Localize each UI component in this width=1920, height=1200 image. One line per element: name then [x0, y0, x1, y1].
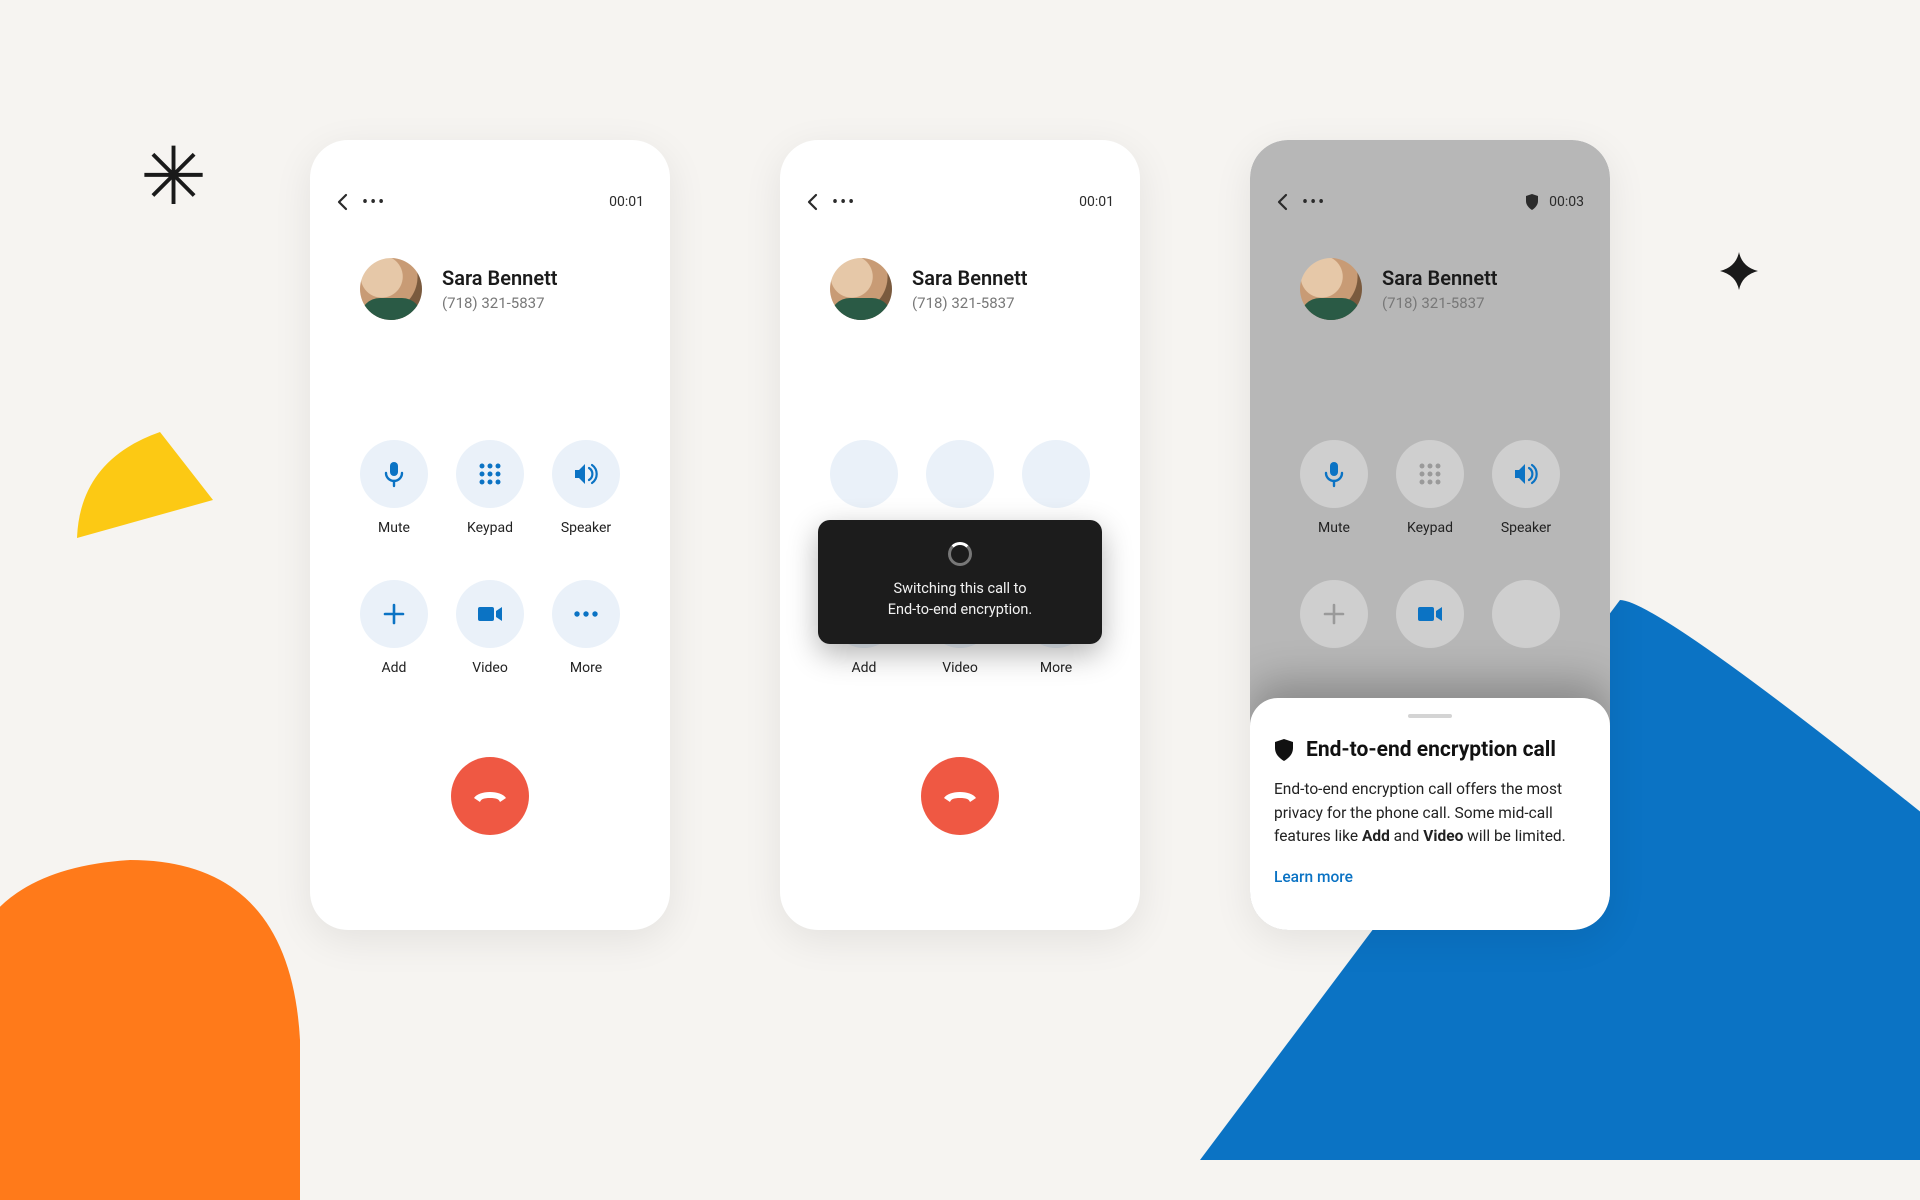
add-label: Add: [382, 660, 407, 676]
mute-button[interactable]: Mute: [360, 440, 428, 536]
caller-name: Sara Bennett: [1382, 266, 1498, 290]
mute-label: Mute: [378, 520, 410, 536]
caller-phone: (718) 321-5837: [912, 294, 1028, 312]
phone-screen-3: ••• 00:03 Sara Bennett (718) 321-5837 Mu…: [1250, 140, 1610, 930]
keypad-label: Keypad: [467, 520, 513, 536]
end-call-button[interactable]: [921, 757, 999, 835]
caller-name: Sara Bennett: [442, 266, 558, 290]
header-more-button[interactable]: •••: [362, 192, 386, 213]
add-button[interactable]: Add: [360, 580, 428, 676]
back-button[interactable]: [1276, 193, 1288, 211]
video-button[interactable]: Video: [456, 580, 524, 676]
keypad-button[interactable]: Keypad: [1396, 440, 1464, 536]
video-label: Video: [472, 660, 508, 676]
toast-line-2: End-to-end encryption.: [836, 599, 1084, 620]
learn-more-link[interactable]: Learn more: [1274, 868, 1353, 886]
header-more-button[interactable]: •••: [1302, 192, 1326, 213]
video-icon: [1416, 604, 1444, 624]
caller-avatar: [830, 258, 892, 320]
toast-line-1: Switching this call to: [836, 578, 1084, 599]
speaker-button[interactable]: Speaker: [1492, 440, 1560, 536]
video-icon: [476, 604, 504, 624]
e2ee-bottom-sheet: End-to-end encryption call End-to-end en…: [1250, 698, 1610, 930]
sheet-body: End-to-end encryption call offers the mo…: [1274, 778, 1586, 848]
plus-icon: [1322, 602, 1346, 626]
keypad-icon: [1417, 461, 1443, 487]
keypad-label: Keypad: [1407, 520, 1453, 536]
keypad-icon: [477, 461, 503, 487]
call-timer: 00:03: [1549, 194, 1584, 210]
caller-name: Sara Bennett: [912, 266, 1028, 290]
more-button[interactable]: .: [1492, 580, 1560, 676]
mute-button[interactable]: Mute: [1300, 440, 1368, 536]
plus-icon: [382, 602, 406, 626]
more-icon: [573, 610, 599, 618]
speaker-label: Speaker: [1501, 520, 1551, 536]
header-more-button[interactable]: •••: [832, 192, 856, 213]
phone-screen-1: ••• 00:01 Sara Bennett (718) 321-5837 Mu…: [310, 140, 670, 930]
shield-icon: [1274, 739, 1294, 761]
keypad-button[interactable]: Keypad: [456, 440, 524, 536]
video-button[interactable]: .: [1396, 580, 1464, 676]
hangup-icon: [942, 788, 978, 804]
back-button[interactable]: [336, 193, 348, 211]
add-label: Add: [852, 660, 877, 676]
mic-icon: [381, 460, 407, 488]
call-timer: 00:01: [609, 194, 644, 210]
speaker-icon: [572, 461, 600, 487]
back-button[interactable]: [806, 193, 818, 211]
end-call-button[interactable]: [451, 757, 529, 835]
sheet-title-text: End-to-end encryption call: [1306, 738, 1556, 762]
speaker-button[interactable]: Speaker: [552, 440, 620, 536]
add-button[interactable]: .: [1300, 580, 1368, 676]
speaker-label: Speaker: [561, 520, 611, 536]
spinner-icon: [948, 542, 972, 566]
more-label: More: [1040, 660, 1072, 676]
shield-icon: [1525, 194, 1539, 210]
more-button[interactable]: More: [552, 580, 620, 676]
caller-phone: (718) 321-5837: [442, 294, 558, 312]
switching-toast: Switching this call to End-to-end encryp…: [818, 520, 1102, 644]
call-timer: 00:01: [1079, 194, 1114, 210]
mic-icon: [1321, 460, 1347, 488]
sheet-drag-handle[interactable]: [1408, 714, 1452, 718]
caller-avatar: [360, 258, 422, 320]
caller-phone: (718) 321-5837: [1382, 294, 1498, 312]
caller-avatar: [1300, 258, 1362, 320]
video-label: Video: [942, 660, 978, 676]
hangup-icon: [472, 788, 508, 804]
mute-label: Mute: [1318, 520, 1350, 536]
more-label: More: [570, 660, 602, 676]
phone-screen-2: ••• 00:01 Sara Bennett (718) 321-5837 . …: [780, 140, 1140, 930]
speaker-icon: [1512, 461, 1540, 487]
